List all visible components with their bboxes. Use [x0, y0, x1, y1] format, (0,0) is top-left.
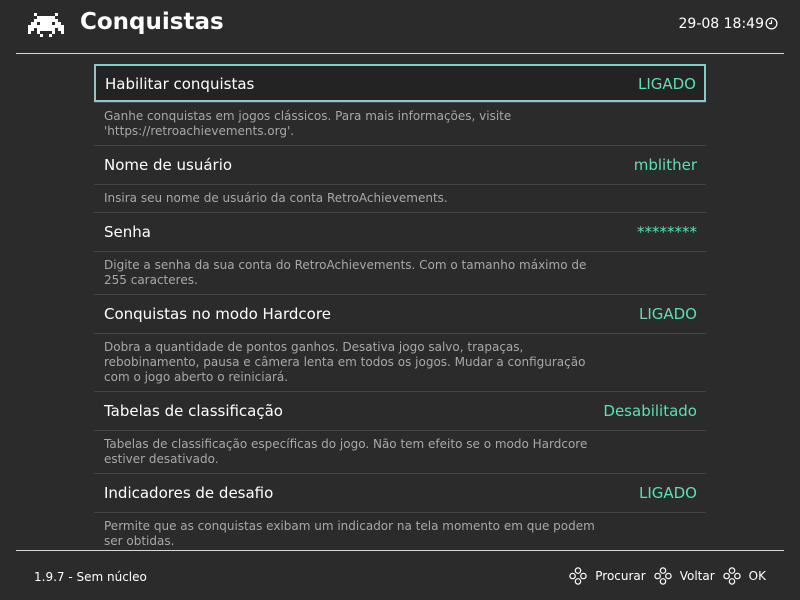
settings-item[interactable]: Habilitar conquistas LIGADO — [94, 64, 706, 102]
ok-action[interactable]: OK — [722, 567, 766, 585]
settings-item-description: Dobra a quantidade de pontos ganhos. Des… — [94, 333, 706, 392]
settings-entry: Nome de usuário mblither Insira seu nome d… — [94, 146, 706, 213]
settings-item-description: Insira seu nome de usuário da conta Retr… — [94, 184, 706, 213]
gamepad-buttons-icon — [569, 567, 587, 585]
back-action[interactable]: Voltar — [654, 567, 715, 585]
settings-item-label: Tabelas de classificação — [104, 402, 283, 420]
settings-list[interactable]: Habilitar conquistas LIGADO Ganhe conquist… — [94, 64, 706, 549]
settings-item-label: Conquistas no modo Hardcore — [104, 305, 331, 323]
clock-icon — [765, 17, 778, 30]
settings-entry: Conquistas no modo Hardcore LIGADO Dobra a… — [94, 295, 706, 392]
settings-item-description: Digite a senha da sua conta do RetroAchi… — [94, 251, 706, 295]
settings-item-value: Desabilitado — [603, 402, 697, 420]
version-label: 1.9.7 - Sem núcleo — [34, 570, 147, 584]
gamepad-buttons-icon — [654, 567, 672, 585]
settings-item[interactable]: Nome de usuário mblither — [94, 146, 706, 184]
settings-item-description: Ganhe conquistas em jogos clássicos. Par… — [94, 102, 706, 146]
settings-entry: Indicadores de desafio LIGADO Permite que … — [94, 474, 706, 549]
ok-action-label: OK — [748, 569, 766, 583]
settings-item-value: ******** — [637, 223, 697, 241]
settings-item-value: LIGADO — [638, 305, 697, 323]
page-title: Conquistas — [80, 9, 224, 35]
footer-divider — [16, 550, 784, 551]
search-action[interactable]: Procurar — [569, 567, 646, 585]
settings-entry: Habilitar conquistas LIGADO Ganhe conquist… — [94, 64, 706, 146]
settings-entry: Senha ******** Digite a senha da sua conta… — [94, 213, 706, 295]
clock-text: 29-08 18:49 — [678, 16, 764, 32]
settings-item[interactable]: Conquistas no modo Hardcore LIGADO — [94, 295, 706, 333]
header-bar: Conquistas 29-08 18:49 — [0, 0, 800, 52]
search-action-label: Procurar — [595, 569, 646, 583]
settings-item-label: Nome de usuário — [104, 156, 233, 174]
settings-item-description: Tabelas de classificação específicas do … — [94, 430, 706, 474]
back-action-label: Voltar — [679, 569, 715, 583]
footer-actions: Procurar Voltar OK — [561, 567, 766, 585]
settings-item[interactable]: Senha ******** — [94, 213, 706, 251]
settings-item-value: LIGADO — [638, 484, 697, 502]
settings-item-description: Permite que as conquistas exibam um indi… — [94, 512, 706, 549]
header-divider — [16, 53, 784, 54]
settings-item-label: Senha — [104, 223, 151, 241]
settings-item-value: LIGADO — [637, 75, 696, 93]
settings-item-label: Habilitar conquistas — [105, 75, 255, 93]
settings-item-label: Indicadores de desafio — [104, 484, 274, 502]
settings-item-value: mblither — [633, 156, 697, 174]
gamepad-buttons-icon — [722, 567, 741, 585]
settings-item[interactable]: Indicadores de desafio LIGADO — [94, 474, 706, 512]
retroarch-invader-icon — [28, 13, 64, 37]
settings-item[interactable]: Tabelas de classificação Desabilitado — [94, 392, 706, 430]
settings-entry: Tabelas de classificação Desabilitado Tabe… — [94, 392, 706, 474]
